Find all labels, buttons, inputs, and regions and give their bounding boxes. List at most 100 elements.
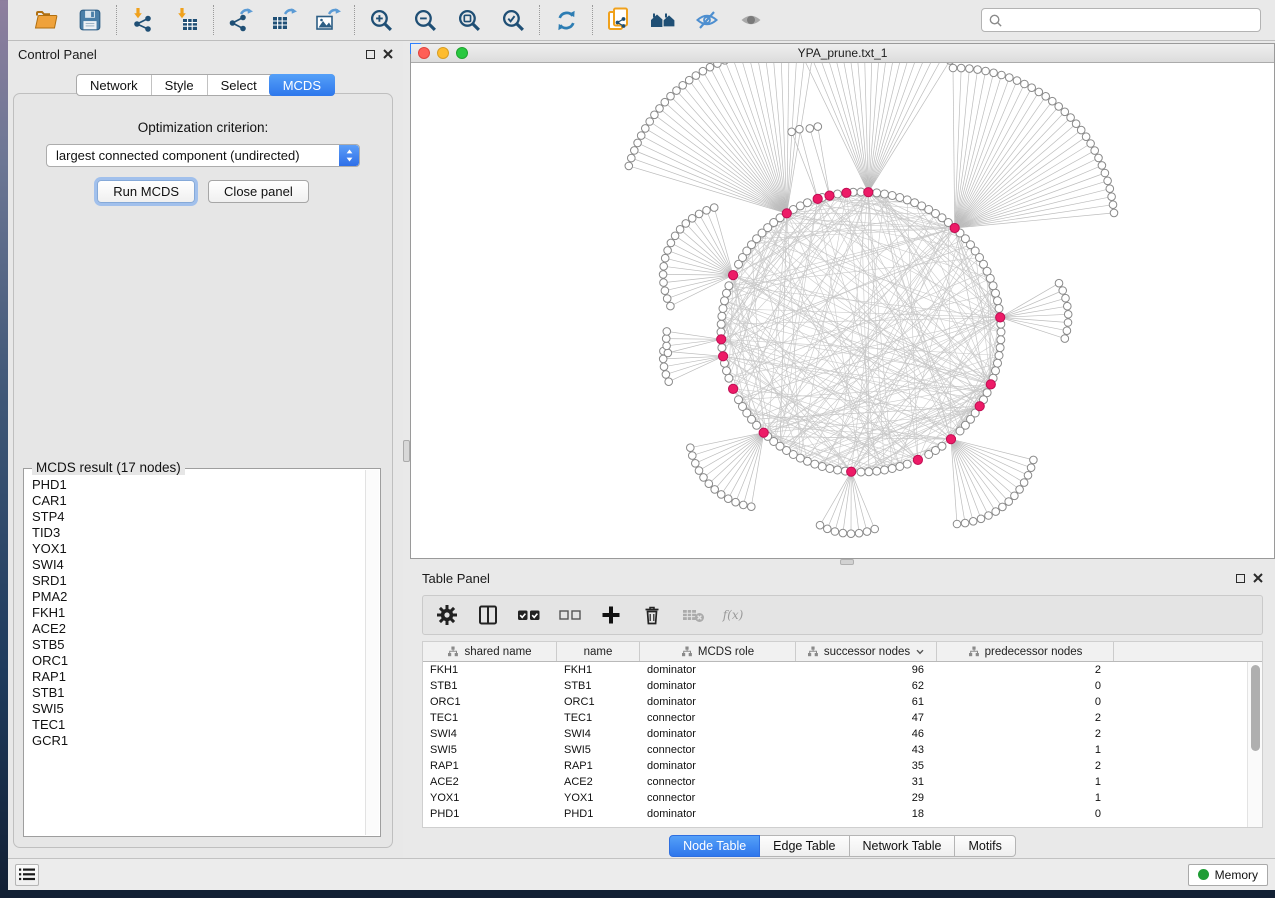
- splitter-handle[interactable]: [403, 440, 410, 462]
- shared-attribute-icon: [681, 646, 693, 657]
- export-image-icon[interactable]: [314, 6, 342, 34]
- tab-motifs[interactable]: Motifs: [955, 835, 1015, 857]
- mcds-result-item[interactable]: FKH1: [32, 605, 365, 621]
- delete-column-icon[interactable]: [640, 603, 664, 627]
- mcds-result-item[interactable]: CAR1: [32, 493, 365, 509]
- memory-status-icon: [1198, 869, 1209, 880]
- show-all-icon[interactable]: [737, 6, 765, 34]
- horizontal-splitter[interactable]: [410, 559, 1275, 565]
- cell-predecessor_nodes: 2: [937, 728, 1114, 740]
- mcds-result-item[interactable]: TEC1: [32, 717, 365, 733]
- float-panel-icon[interactable]: [366, 50, 375, 59]
- mcds-result-item[interactable]: SWI5: [32, 701, 365, 717]
- table-row[interactable]: PHD1PHD1dominator180: [423, 806, 1247, 822]
- status-bar: Memory: [8, 858, 1275, 890]
- run-mcds-button[interactable]: Run MCDS: [97, 180, 195, 203]
- mcds-result-item[interactable]: STP4: [32, 509, 365, 525]
- export-table-icon[interactable]: [270, 6, 298, 34]
- save-session-icon[interactable]: [76, 6, 104, 34]
- tab-network-table[interactable]: Network Table: [850, 835, 956, 857]
- column-header-shared-name[interactable]: shared name: [423, 642, 557, 661]
- mcds-result-item[interactable]: PHD1: [32, 477, 365, 493]
- table-row[interactable]: STB1STB1dominator620: [423, 678, 1247, 694]
- import-table-icon[interactable]: [173, 6, 201, 34]
- vertical-splitter[interactable]: [403, 41, 410, 858]
- mcds-result-item[interactable]: GCR1: [32, 733, 365, 749]
- zoom-selected-icon[interactable]: [499, 6, 527, 34]
- refresh-layout-icon[interactable]: [552, 6, 580, 34]
- zoom-in-icon[interactable]: [367, 6, 395, 34]
- scrollbar-thumb[interactable]: [1251, 665, 1260, 751]
- first-neighbors-icon[interactable]: [649, 6, 677, 34]
- column-label: name: [584, 646, 613, 658]
- column-header-MCDS-role[interactable]: MCDS role: [640, 642, 796, 661]
- zoom-out-icon[interactable]: [411, 6, 439, 34]
- tab-node-table[interactable]: Node Table: [669, 835, 760, 857]
- deselect-all-icon[interactable]: [558, 603, 582, 627]
- delete-table-icon[interactable]: [681, 603, 705, 627]
- gear-icon[interactable]: [435, 603, 459, 627]
- mcds-result-item[interactable]: TID3: [32, 525, 365, 541]
- mcds-result-item[interactable]: SWI4: [32, 557, 365, 573]
- new-network-from-selection-icon[interactable]: [605, 6, 633, 34]
- table-row[interactable]: ACE2ACE2connector311: [423, 774, 1247, 790]
- mcds-result-item[interactable]: PMA2: [32, 589, 365, 605]
- zoom-fit-icon[interactable]: [455, 6, 483, 34]
- tab-mcds[interactable]: MCDS: [269, 74, 335, 96]
- mcds-result-item[interactable]: SRD1: [32, 573, 365, 589]
- table-scrollbar[interactable]: [1247, 662, 1262, 827]
- column-header-successor-nodes[interactable]: successor nodes: [796, 642, 937, 661]
- table-row[interactable]: ORC1ORC1dominator610: [423, 694, 1247, 710]
- mcds-result-item[interactable]: STB5: [32, 637, 365, 653]
- mcds-tab-panel: Optimization criterion: largest connecte…: [13, 93, 393, 848]
- tab-select[interactable]: Select: [207, 75, 270, 95]
- criterion-select[interactable]: largest connected component (undirected): [46, 144, 360, 167]
- tab-edge-table[interactable]: Edge Table: [760, 835, 849, 857]
- add-column-icon[interactable]: [599, 603, 623, 627]
- split-columns-icon[interactable]: [476, 603, 500, 627]
- open-session-icon[interactable]: [32, 6, 60, 34]
- cell-mcds_role: connector: [640, 776, 796, 788]
- cell-successor_nodes: 43: [796, 744, 937, 756]
- function-builder-icon[interactable]: f(x): [722, 603, 746, 627]
- list-icon[interactable]: [15, 864, 39, 886]
- search-input[interactable]: [1008, 11, 1254, 29]
- import-network-icon[interactable]: [129, 6, 157, 34]
- column-header-predecessor-nodes[interactable]: predecessor nodes: [937, 642, 1114, 661]
- splitter-handle[interactable]: [840, 559, 854, 565]
- mcds-result-item[interactable]: STB1: [32, 685, 365, 701]
- tab-network[interactable]: Network: [77, 75, 151, 95]
- close-panel-icon[interactable]: [1253, 573, 1263, 583]
- mcds-result-item[interactable]: ACE2: [32, 621, 365, 637]
- tab-style[interactable]: Style: [151, 75, 207, 95]
- table-row[interactable]: SWI5SWI5connector431: [423, 742, 1247, 758]
- table-row[interactable]: TEC1TEC1connector472: [423, 710, 1247, 726]
- table-body: FKH1FKH1dominator962STB1STB1dominator620…: [423, 662, 1247, 827]
- cell-shared_name: SWI5: [423, 744, 557, 756]
- result-scrollbar[interactable]: [365, 470, 379, 835]
- cell-shared_name: PHD1: [423, 808, 557, 820]
- cell-successor_nodes: 29: [796, 792, 937, 804]
- cell-predecessor_nodes: 2: [937, 664, 1114, 676]
- hide-selected-icon[interactable]: [693, 6, 721, 34]
- table-row[interactable]: SWI4SWI4dominator462: [423, 726, 1247, 742]
- memory-button[interactable]: Memory: [1188, 864, 1268, 886]
- float-panel-icon[interactable]: [1236, 574, 1245, 583]
- shared-attribute-icon: [807, 646, 819, 657]
- table-row[interactable]: RAP1RAP1dominator352: [423, 758, 1247, 774]
- cell-successor_nodes: 31: [796, 776, 937, 788]
- select-all-icon[interactable]: [517, 603, 541, 627]
- close-panel-icon[interactable]: [383, 49, 393, 59]
- table-row[interactable]: YOX1YOX1connector291: [423, 790, 1247, 806]
- mcds-result-item[interactable]: YOX1: [32, 541, 365, 557]
- control-panel: Control Panel NetworkStyleSelectMCDS Opt…: [8, 41, 403, 858]
- export-network-icon[interactable]: [226, 6, 254, 34]
- cell-mcds_role: dominator: [640, 664, 796, 676]
- column-header-name[interactable]: name: [557, 642, 640, 661]
- mcds-result-item[interactable]: RAP1: [32, 669, 365, 685]
- cell-successor_nodes: 18: [796, 808, 937, 820]
- mcds-result-item[interactable]: ORC1: [32, 653, 365, 669]
- table-row[interactable]: FKH1FKH1dominator962: [423, 662, 1247, 678]
- network-canvas[interactable]: [411, 63, 1274, 558]
- close-panel-button[interactable]: Close panel: [208, 180, 309, 203]
